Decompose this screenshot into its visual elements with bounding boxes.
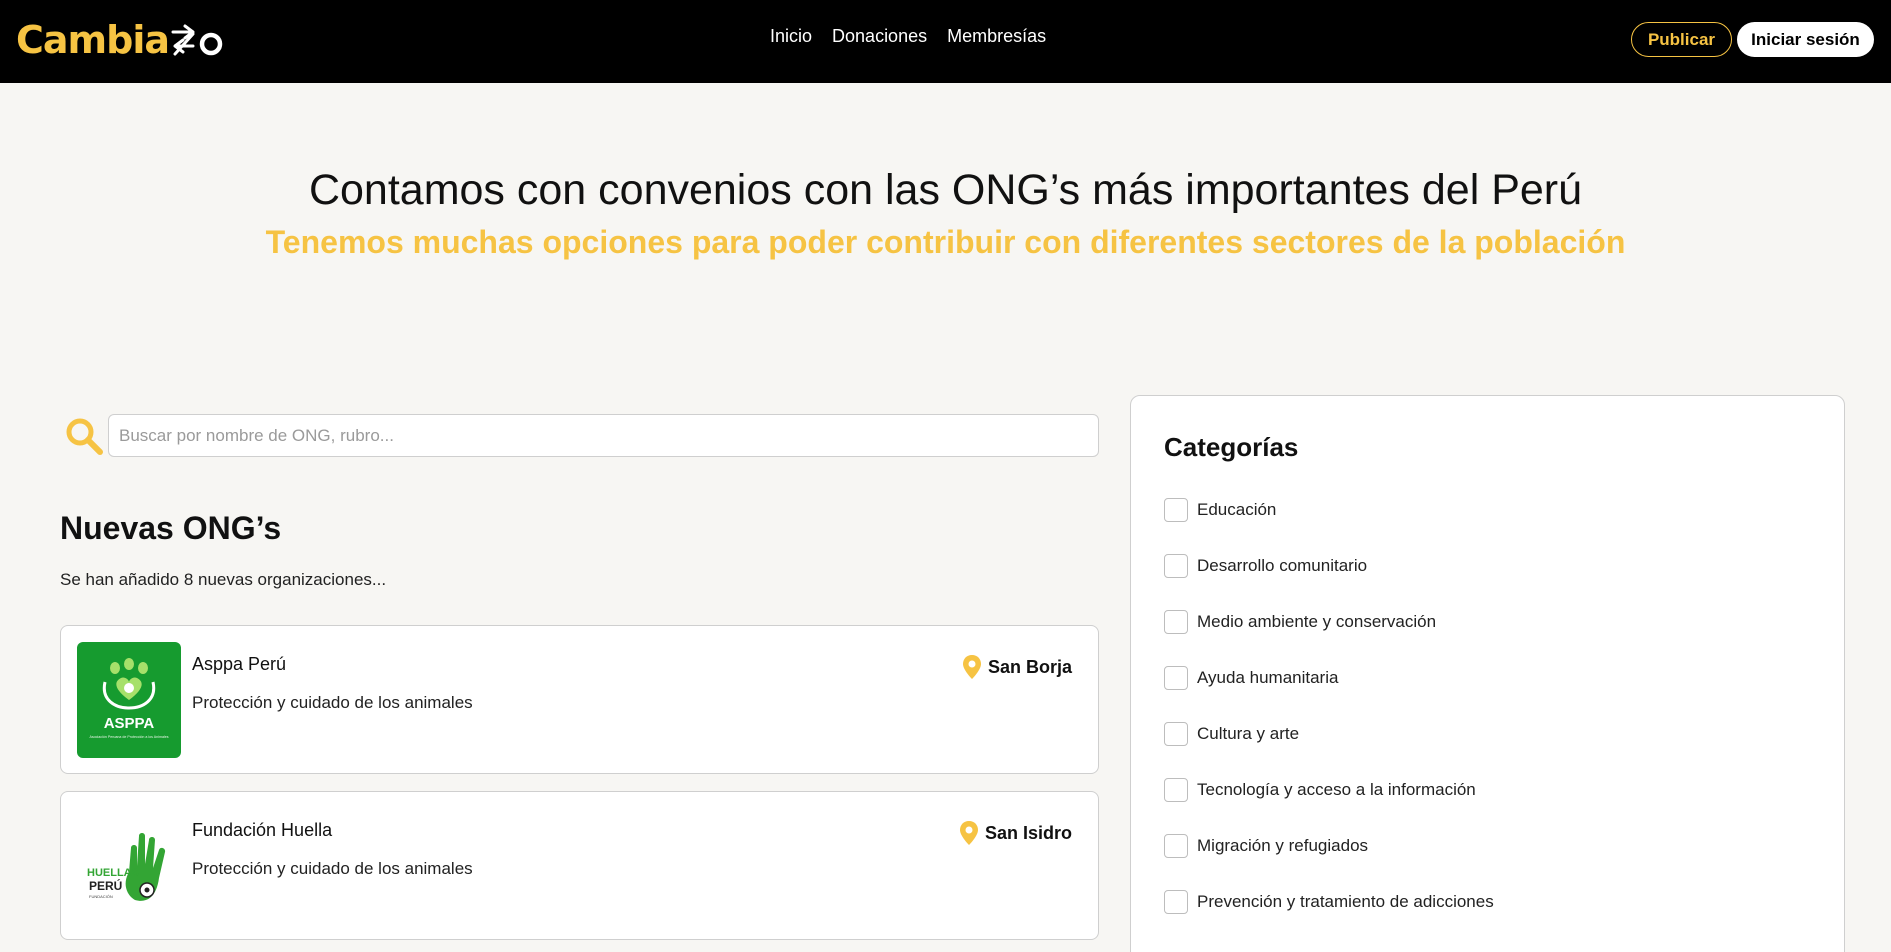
categories-title: Categorías	[1164, 432, 1299, 462]
category-label: Prevención y tratamiento de adicciones	[1197, 892, 1494, 911]
ngo-location-label: San Isidro	[984, 822, 1072, 843]
ngo-card[interactable]: ASPPA Asociación Peruana de Protección a…	[60, 625, 1099, 774]
asppa-logo-caption: Asociación Peruana de Protección a los A…	[89, 735, 168, 739]
huellas-logo-caption: FUNDACIÓN	[89, 894, 113, 899]
category-label: Desarrollo comunitario	[1197, 556, 1368, 575]
category-tecnologia[interactable]: Tecnología y acceso a la información	[1164, 778, 1476, 802]
categories-panel: Categorías Educación Desarrollo comunita…	[1130, 395, 1845, 952]
category-checkbox[interactable]	[1164, 554, 1188, 578]
ngo-description: Protección y cuidado de los animales	[192, 693, 473, 712]
ngo-location: San Borja	[962, 654, 1072, 680]
category-ayuda-humanitaria[interactable]: Ayuda humanitaria	[1164, 666, 1338, 690]
nav-link-membresias[interactable]: Membresías	[947, 26, 1046, 47]
category-label: Medio ambiente y conservación	[1197, 612, 1437, 631]
new-ngos-subtitle: Se han añadido 8 nuevas organizaciones..…	[60, 570, 387, 589]
category-checkbox[interactable]	[1164, 890, 1188, 914]
handprint-logo-icon: HUELLAS PERÚ FUNDACIÓN	[87, 833, 166, 901]
category-educacion[interactable]: Educación	[1164, 498, 1276, 522]
category-migracion[interactable]: Migración y refugiados	[1164, 834, 1368, 858]
category-label: Migración y refugiados	[1197, 836, 1369, 855]
category-label: Tecnología y acceso a la información	[1197, 780, 1476, 799]
nav-link-donaciones[interactable]: Donaciones	[832, 26, 927, 47]
ngo-description: Protección y cuidado de los animales	[192, 859, 473, 878]
hero-title: Contamos con convenios con las ONG’s más…	[308, 166, 1583, 214]
category-checkbox[interactable]	[1164, 610, 1188, 634]
category-desarrollo-comunitario[interactable]: Desarrollo comunitario	[1164, 554, 1367, 578]
huellas-peru-logo: HUELLAS PERÚ FUNDACIÓN	[77, 808, 181, 924]
ngo-location: San Isidro	[959, 820, 1072, 846]
top-navbar: Cambia Inicio Donaciones Membresías Publ…	[0, 0, 1891, 83]
asppa-logo: ASPPA Asociación Peruana de Protección a…	[77, 642, 181, 758]
search-icon[interactable]	[64, 416, 104, 456]
hero-subtitle: Tenemos muchas opciones para poder contr…	[265, 224, 1626, 260]
category-medio-ambiente[interactable]: Medio ambiente y conservación	[1164, 610, 1436, 634]
ngo-location-label: San Borja	[987, 656, 1072, 677]
category-checkbox[interactable]	[1164, 666, 1188, 690]
main-nav: Inicio Donaciones Membresías	[770, 26, 1066, 47]
ngo-card[interactable]: HUELLAS PERÚ FUNDACIÓN Fundación Huella …	[60, 791, 1099, 940]
huellas-logo-text-bottom: PERÚ	[89, 878, 122, 893]
category-prevencion-adicciones[interactable]: Prevención y tratamiento de adicciones	[1164, 890, 1494, 914]
paw-heart-logo-icon: ASPPA Asociación Peruana de Protección a…	[89, 658, 169, 739]
ngo-name[interactable]: Asppa Perú	[192, 654, 286, 675]
category-cultura-arte[interactable]: Cultura y arte	[1164, 722, 1299, 746]
cambiazo-logo[interactable]: Cambia	[16, 18, 227, 62]
search-input[interactable]	[108, 414, 1099, 457]
location-pin-icon	[959, 821, 978, 845]
asppa-logo-text: ASPPA	[104, 715, 155, 732]
publish-button[interactable]: Publicar	[1631, 22, 1732, 57]
new-ngos-title: Nuevas ONG’s	[60, 510, 282, 546]
ngo-name[interactable]: Fundación Huella	[192, 820, 332, 841]
login-button[interactable]: Iniciar sesión	[1737, 22, 1874, 57]
category-label: Ayuda humanitaria	[1197, 668, 1339, 687]
category-label: Cultura y arte	[1197, 724, 1300, 743]
category-checkbox[interactable]	[1164, 498, 1188, 522]
category-checkbox[interactable]	[1164, 778, 1188, 802]
nav-link-inicio[interactable]: Inicio	[770, 26, 812, 47]
location-pin-icon	[962, 655, 981, 679]
huellas-logo-text-top: HUELLAS	[87, 867, 139, 879]
category-label: Educación	[1197, 500, 1277, 519]
category-checkbox[interactable]	[1164, 722, 1188, 746]
exchange-arrows-logo-icon	[171, 24, 223, 56]
category-checkbox[interactable]	[1164, 834, 1188, 858]
logo-text: Cambia	[16, 18, 170, 62]
